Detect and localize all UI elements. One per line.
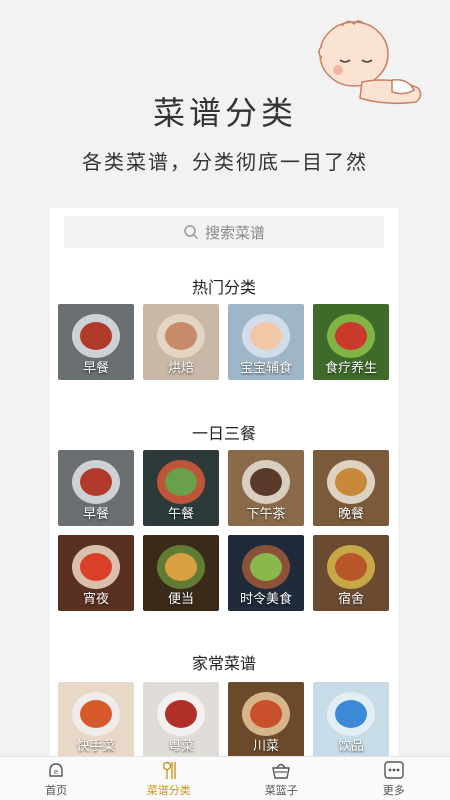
food-photo-food — [80, 468, 112, 496]
food-photo-food — [165, 700, 197, 728]
utensils-icon — [162, 761, 176, 779]
category-tile[interactable]: 食疗养生 — [313, 304, 389, 380]
category-tile[interactable]: 早餐 — [58, 304, 134, 380]
category-tile-label: 午餐 — [167, 507, 194, 522]
section-title-hot: 热门分类 — [191, 278, 256, 297]
category-tile[interactable]: 午餐 — [143, 450, 219, 526]
category-tile[interactable]: 下午茶 — [228, 450, 304, 526]
category-tile-label: 时令美食 — [239, 592, 292, 607]
tab-basket[interactable]: 菜篮子 — [225, 757, 338, 800]
tab-categories[interactable]: 菜谱分类 — [113, 757, 226, 800]
tab-categories-label: 菜谱分类 — [146, 784, 191, 797]
category-tile-label: 烘焙 — [167, 361, 194, 376]
category-tile[interactable]: 烘焙 — [143, 304, 219, 380]
category-tile[interactable]: 宝宝辅食 — [228, 304, 304, 380]
basket-icon — [272, 763, 291, 779]
category-tile[interactable]: 早餐 — [58, 450, 134, 526]
category-tile[interactable]: 快手菜 — [58, 682, 134, 756]
category-tile-label: 食疗养生 — [324, 361, 377, 376]
tab-basket-label: 菜篮子 — [264, 784, 298, 797]
category-tile[interactable]: 饮品 — [313, 682, 389, 756]
category-tile-label: 下午茶 — [246, 507, 286, 522]
hot-category-grid: 早餐 烘焙 宝宝辅食 食疗养生 — [58, 304, 389, 380]
category-tile-label: 宝宝辅食 — [239, 361, 292, 376]
meals-category-grid: 早餐 午餐 下午茶 晚餐宵夜 便当 时令美食 宿舍 — [58, 450, 389, 611]
category-tile-label: 晚餐 — [337, 507, 364, 522]
category-tile-label: 便当 — [167, 592, 194, 607]
category-tile[interactable]: 宿舍 — [313, 535, 389, 611]
food-photo-food — [250, 553, 282, 581]
category-tile-label: 饮品 — [337, 739, 364, 754]
food-photo-food — [335, 553, 367, 581]
tab-more-label: 更多 — [382, 784, 405, 797]
food-photo-food — [335, 700, 367, 728]
food-photo-food — [80, 322, 112, 350]
food-photo-food — [250, 322, 282, 350]
food-photo-food — [250, 700, 282, 728]
category-tile-label: 川菜 — [252, 739, 279, 754]
food-photo-food — [165, 322, 197, 350]
category-tile-label: 宿舍 — [337, 592, 364, 607]
section-title-home: 家常菜谱 — [191, 654, 256, 673]
food-photo-food — [250, 468, 282, 496]
search-bar[interactable]: 搜索菜谱 — [64, 216, 384, 248]
more-dots-icon — [384, 761, 404, 779]
svg-text:e: e — [54, 768, 58, 776]
home-hat-icon: e — [49, 763, 63, 777]
category-tile[interactable]: 晚餐 — [313, 450, 389, 526]
category-tile-label: 早餐 — [82, 507, 109, 522]
category-tile-label: 粤菜 — [167, 739, 194, 754]
category-tile[interactable]: 宵夜 — [58, 535, 134, 611]
food-photo-food — [165, 468, 197, 496]
food-photo-food — [80, 553, 112, 581]
category-tile[interactable]: 粤菜 — [143, 682, 219, 756]
category-tile[interactable]: 便当 — [143, 535, 219, 611]
section-title-meals: 一日三餐 — [191, 424, 256, 443]
tab-home-label: 首页 — [45, 784, 68, 797]
home-recipes-grid: 快手菜 粤菜 川菜 饮品 — [58, 682, 389, 756]
search-icon — [184, 225, 199, 240]
tab-home[interactable]: e 首页 — [0, 757, 113, 800]
category-tile-label: 早餐 — [82, 361, 109, 376]
page-subtitle: 各类菜谱，分类彻底一目了然 — [82, 150, 368, 174]
category-card: 搜索菜谱 热门分类 早餐 烘焙 宝宝辅食 食疗养生 一日三餐 早餐 午餐 下午茶 晚餐 宵夜便… — [50, 208, 398, 756]
page-title: 菜谱分类 — [152, 94, 297, 132]
search-placeholder: 搜索菜谱 — [204, 223, 265, 242]
food-photo-food — [335, 468, 367, 496]
category-tile-label: 宵夜 — [82, 592, 109, 607]
category-tile[interactable]: 时令美食 — [228, 535, 304, 611]
food-photo-food — [80, 700, 112, 728]
category-tile[interactable]: 川菜 — [228, 682, 304, 756]
food-photo-food — [165, 553, 197, 581]
food-photo-food — [335, 322, 367, 350]
bottom-tab-bar: e 首页 菜谱分类 菜篮子 更多 — [0, 756, 450, 800]
category-tile-label: 快手菜 — [76, 739, 116, 754]
tab-more[interactable]: 更多 — [338, 757, 450, 800]
